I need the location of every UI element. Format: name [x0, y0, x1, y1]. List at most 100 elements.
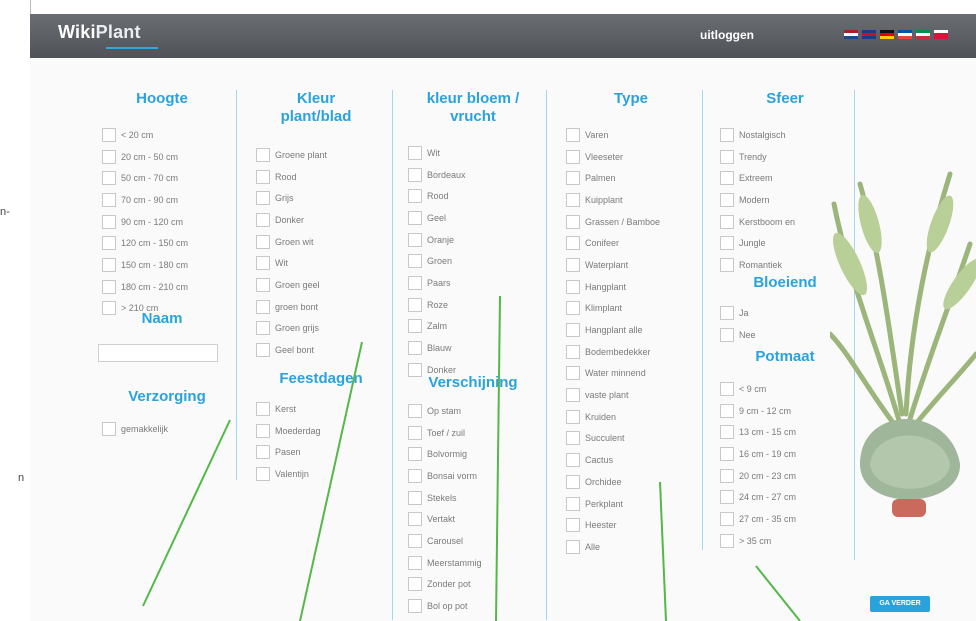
checkbox[interactable] — [720, 236, 734, 251]
option-kleur-bloem[interactable]: Blauw — [408, 337, 538, 359]
option-kleur-bloem[interactable]: Zalm — [408, 316, 538, 338]
checkbox[interactable] — [408, 145, 422, 160]
option-sfeer[interactable]: Nostalgisch — [720, 124, 850, 146]
option-kleur-bloem[interactable]: Rood — [408, 185, 538, 207]
checkbox[interactable] — [720, 468, 734, 483]
checkbox[interactable] — [256, 191, 270, 206]
checkbox[interactable] — [720, 192, 734, 207]
option-type[interactable]: Perkplant — [566, 493, 696, 515]
option-hoogte[interactable]: 50 cm - 70 cm — [102, 167, 222, 189]
checkbox[interactable] — [566, 366, 580, 381]
checkbox[interactable] — [566, 127, 580, 142]
checkbox[interactable] — [720, 403, 734, 418]
option-type[interactable]: Grassen / Bamboe — [566, 211, 696, 233]
checkbox[interactable] — [566, 409, 580, 424]
option-type[interactable]: Kruiden — [566, 406, 696, 428]
checkbox[interactable] — [256, 234, 270, 249]
option-kleur-plant[interactable]: Groen wit — [256, 231, 376, 253]
option-type[interactable]: Heester — [566, 514, 696, 536]
checkbox[interactable] — [256, 277, 270, 292]
checkbox[interactable] — [102, 214, 116, 229]
go-button[interactable]: GA VERDER — [870, 596, 930, 612]
checkbox[interactable] — [408, 468, 422, 483]
option-kleur-plant[interactable]: Geel bont — [256, 339, 376, 361]
option-verschijning[interactable]: Vertakt — [408, 508, 538, 530]
flag-uk-icon[interactable] — [862, 30, 876, 39]
flag-de-icon[interactable] — [880, 30, 894, 39]
option-verschijning[interactable]: Toef / zuil — [408, 422, 538, 444]
option-type[interactable]: Vleeseter — [566, 146, 696, 168]
option-kleur-bloem[interactable]: Geel — [408, 207, 538, 229]
checkbox[interactable] — [408, 275, 422, 290]
option-kleur-plant[interactable]: Wit — [256, 252, 376, 274]
checkbox[interactable] — [720, 425, 734, 440]
checkbox[interactable] — [256, 169, 270, 184]
checkbox[interactable] — [720, 533, 734, 548]
checkbox[interactable] — [102, 257, 116, 272]
option-kleur-plant[interactable]: Rood — [256, 166, 376, 188]
option-hoogte[interactable]: 150 cm - 180 cm — [102, 254, 222, 276]
checkbox[interactable] — [720, 149, 734, 164]
checkbox[interactable] — [566, 279, 580, 294]
checkbox[interactable] — [566, 388, 580, 403]
app-logo[interactable]: WikiPlant — [58, 22, 141, 43]
option-type[interactable]: Succulent — [566, 428, 696, 450]
checkbox[interactable] — [408, 533, 422, 548]
option-kleur-bloem[interactable]: Roze — [408, 294, 538, 316]
checkbox[interactable] — [408, 447, 422, 462]
option-hoogte[interactable]: 120 cm - 150 cm — [102, 232, 222, 254]
checkbox[interactable] — [566, 344, 580, 359]
option-feestdagen[interactable]: Pasen — [256, 441, 386, 463]
option-kleur-bloem[interactable]: Groen — [408, 250, 538, 272]
checkbox[interactable] — [408, 555, 422, 570]
checkbox[interactable] — [408, 577, 422, 592]
checkbox[interactable] — [408, 297, 422, 312]
flag-nl-icon[interactable] — [844, 30, 858, 39]
checkbox[interactable] — [720, 327, 734, 342]
option-hoogte[interactable]: 90 cm - 120 cm — [102, 211, 222, 233]
option-type[interactable]: Cactus — [566, 449, 696, 471]
option-type[interactable]: Alle — [566, 536, 696, 558]
flag-fr-icon[interactable] — [898, 30, 912, 39]
option-verschijning[interactable]: Meerstammig — [408, 552, 538, 574]
option-kleur-plant[interactable]: Groen grijs — [256, 318, 376, 340]
checkbox[interactable] — [102, 127, 116, 142]
checkbox[interactable] — [720, 127, 734, 142]
option-verschijning[interactable]: Op stam — [408, 400, 538, 422]
checkbox[interactable] — [408, 425, 422, 440]
option-feestdagen[interactable]: Moederdag — [256, 420, 386, 442]
option-hoogte[interactable]: < 20 cm — [102, 124, 222, 146]
checkbox[interactable] — [102, 421, 116, 436]
checkbox[interactable] — [566, 496, 580, 511]
checkbox[interactable] — [720, 305, 734, 320]
checkbox[interactable] — [408, 599, 422, 614]
checkbox[interactable] — [720, 446, 734, 461]
option-kleur-plant[interactable]: Groen geel — [256, 274, 376, 296]
option-kleur-bloem[interactable]: Oranje — [408, 229, 538, 251]
option-type[interactable]: Klimplant — [566, 298, 696, 320]
checkbox[interactable] — [566, 431, 580, 446]
option-hoogte[interactable]: 180 cm - 210 cm — [102, 276, 222, 298]
checkbox[interactable] — [566, 236, 580, 251]
option-type[interactable]: Palmen — [566, 167, 696, 189]
option-verzorging[interactable]: gemakkelijk — [102, 418, 232, 440]
option-feestdagen[interactable]: Kerst — [256, 398, 386, 420]
checkbox[interactable] — [102, 149, 116, 164]
flag-it-icon[interactable] — [916, 30, 930, 39]
option-type[interactable]: Orchidee — [566, 471, 696, 493]
option-verschijning[interactable]: Bonsai vorm — [408, 465, 538, 487]
checkbox[interactable] — [720, 381, 734, 396]
option-verschijning[interactable]: Carousel — [408, 530, 538, 552]
checkbox[interactable] — [102, 192, 116, 207]
logout-link[interactable]: uitloggen — [700, 28, 754, 42]
option-hoogte[interactable]: 20 cm - 50 cm — [102, 146, 222, 168]
checkbox[interactable] — [256, 212, 270, 227]
option-kleur-bloem[interactable]: Paars — [408, 272, 538, 294]
option-kleur-plant[interactable]: Groene plant — [256, 144, 376, 166]
checkbox[interactable] — [408, 341, 422, 356]
option-type[interactable]: Kuipplant — [566, 189, 696, 211]
checkbox[interactable] — [566, 539, 580, 554]
checkbox[interactable] — [256, 445, 270, 460]
checkbox[interactable] — [408, 232, 422, 247]
checkbox[interactable] — [566, 192, 580, 207]
